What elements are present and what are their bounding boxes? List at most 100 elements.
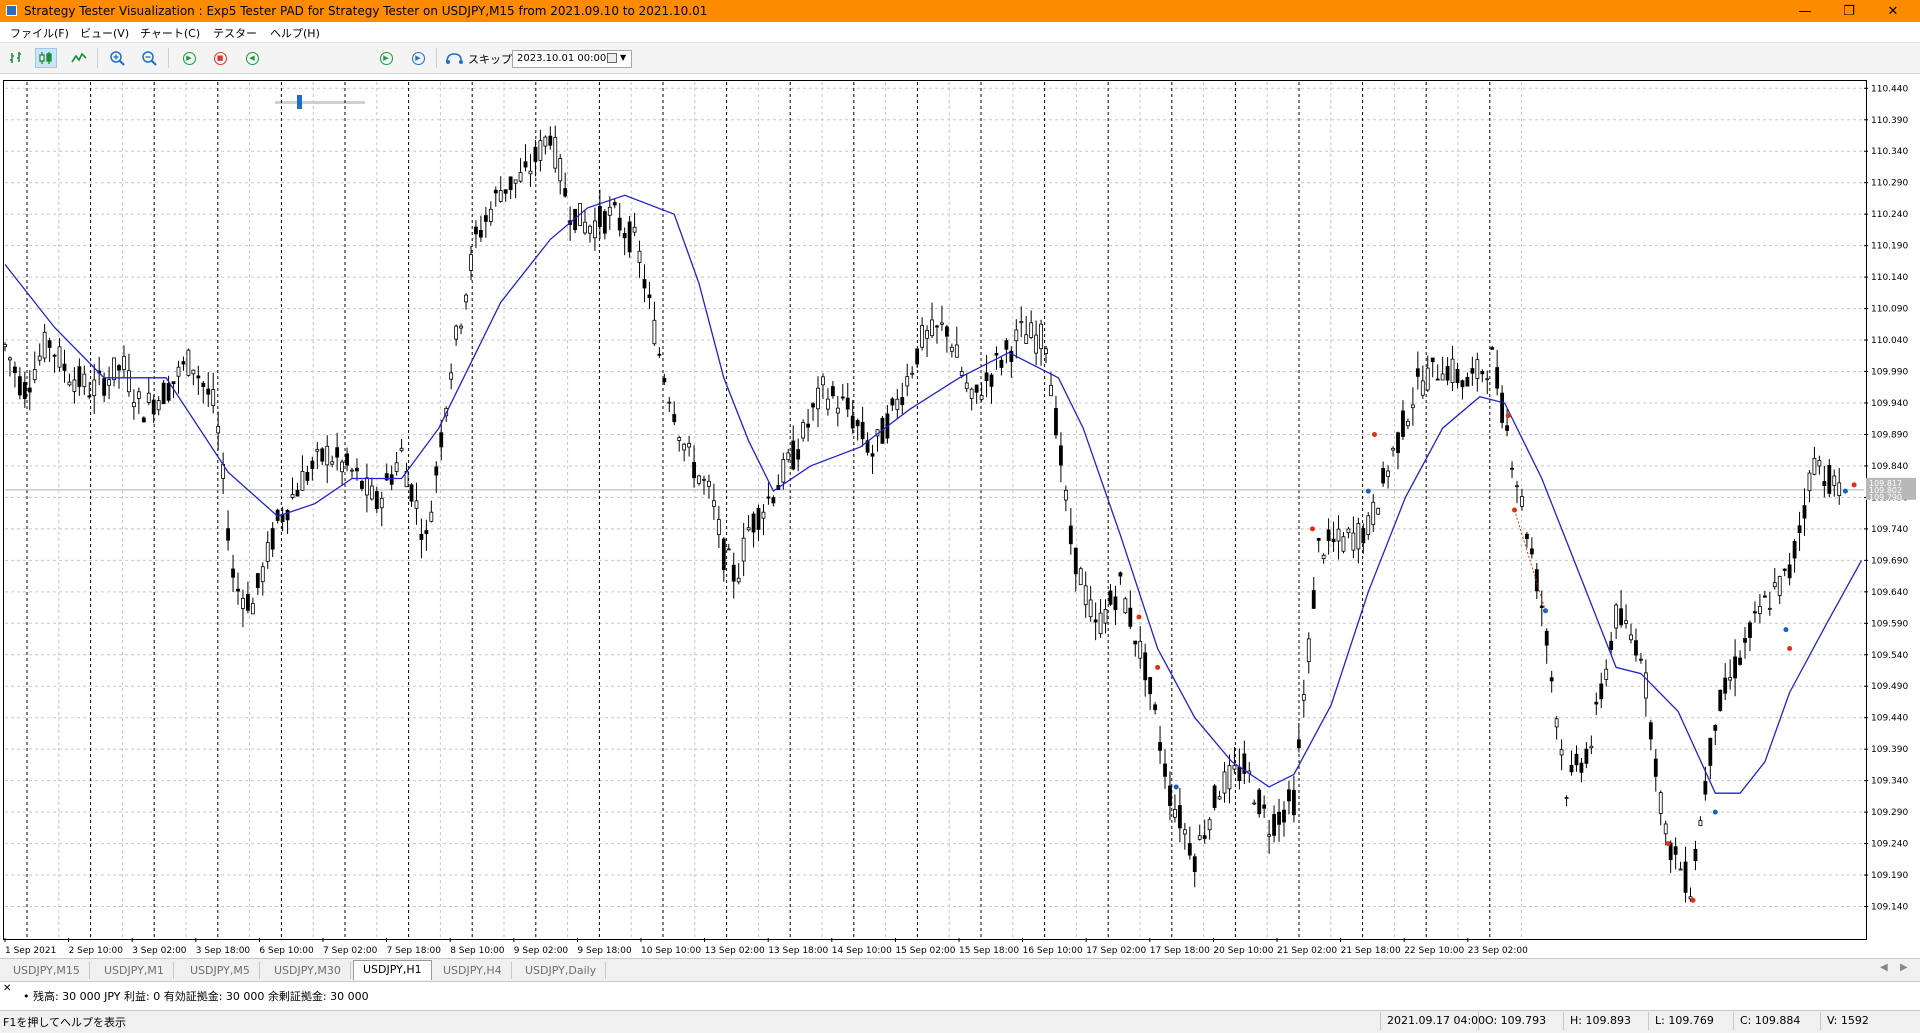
candle-body	[1500, 392, 1505, 423]
candle-body	[1093, 619, 1098, 623]
candle-body	[325, 445, 330, 466]
candle-body	[944, 326, 949, 337]
candle-body	[92, 379, 97, 397]
candle-body	[1133, 640, 1138, 645]
candle-body	[1505, 425, 1509, 431]
candle-body	[1520, 496, 1524, 507]
candle-body	[270, 528, 275, 550]
price-chart[interactable]: 110.440 110.390 110.340 110.290 110.240 110.1…	[0, 0, 1920, 960]
price-label: 109.240	[1871, 840, 1908, 850]
candle-body	[1465, 377, 1470, 387]
candle-body	[1401, 410, 1405, 437]
candle-body	[1460, 380, 1465, 388]
candle-body	[102, 378, 107, 396]
time-label: 2 Sep 10:00	[69, 946, 124, 956]
candle-body	[13, 366, 17, 374]
tab-usdjpy-m15[interactable]: USDJPY,M15	[4, 962, 90, 979]
time-label: 14 Sep 10:00	[832, 946, 892, 956]
candle-body	[811, 403, 815, 408]
scroll-left-icon[interactable]: ◀	[1880, 962, 1888, 973]
candle-body	[781, 459, 786, 483]
candle-body	[1118, 572, 1123, 577]
candle-body	[1510, 467, 1514, 470]
tab-usdjpy-m1[interactable]: USDJPY,M1	[95, 962, 174, 979]
scroll-right-icon[interactable]: ▶	[1900, 962, 1908, 973]
candle-body	[498, 190, 503, 202]
status-bar	[0, 1010, 1920, 1033]
tab-usdjpy-m30[interactable]: USDJPY,M30	[265, 962, 351, 979]
candle-body	[315, 448, 320, 452]
candle-body	[1306, 638, 1311, 662]
candle-body	[429, 511, 434, 522]
candle-body	[563, 188, 568, 197]
candle-body	[1138, 640, 1143, 659]
candle-body	[766, 496, 771, 499]
symbol-tab-bar: USDJPY,M15 USDJPY,M1 USDJPY,M5 USDJPY,M3…	[0, 958, 1920, 981]
candle-body	[731, 564, 736, 582]
buy-marker	[1842, 488, 1848, 494]
candle-body	[1044, 348, 1048, 354]
candle-body	[320, 448, 325, 462]
status-high: H: 109.893	[1570, 1014, 1631, 1027]
candle-body	[1584, 748, 1589, 764]
candle-body	[1767, 607, 1772, 610]
tab-usdjpy-daily[interactable]: USDJPY,Daily	[516, 962, 607, 979]
candle-body	[1425, 367, 1430, 391]
candle-body	[1703, 781, 1708, 795]
candle-body	[791, 440, 796, 470]
candle-body	[107, 379, 112, 386]
candle-body	[1693, 848, 1698, 862]
candle-body	[1267, 834, 1272, 837]
candle-body	[419, 533, 424, 540]
price-label: 110.390	[1871, 116, 1908, 126]
candle-body	[1529, 548, 1534, 555]
candle-body	[1837, 482, 1842, 496]
candle-body	[350, 469, 354, 472]
buy-marker	[1365, 488, 1371, 494]
candle-body	[1301, 694, 1306, 701]
time-label: 8 Sep 10:00	[450, 946, 505, 956]
candle-body	[1713, 725, 1718, 731]
candle-body	[1589, 745, 1594, 749]
candle-body	[895, 398, 900, 411]
tab-usdjpy-m5[interactable]: USDJPY,M5	[181, 962, 260, 979]
candle-body	[533, 146, 538, 162]
candle-body	[1624, 620, 1628, 624]
candle-body	[1564, 797, 1569, 799]
time-label: 3 Sep 02:00	[132, 946, 187, 956]
time-label: 13 Sep 18:00	[768, 946, 828, 956]
candle-body	[826, 398, 830, 410]
candle-body	[1054, 408, 1058, 436]
candle-body	[1391, 447, 1395, 451]
candle-body	[1311, 590, 1316, 609]
candle-body	[1187, 843, 1192, 856]
candle-body	[42, 331, 47, 359]
status-divider	[1563, 1012, 1564, 1030]
candle-body	[1073, 547, 1078, 575]
sell-marker	[1665, 841, 1671, 847]
close-icon[interactable]: ✕	[3, 983, 11, 994]
candle-body	[1787, 564, 1792, 579]
candle-body	[1326, 529, 1331, 541]
candle-body	[994, 353, 999, 356]
time-label: 6 Sep 10:00	[259, 946, 314, 956]
candle-body	[1609, 640, 1614, 650]
tab-usdjpy-h4[interactable]: USDJPY,H4	[434, 962, 512, 979]
candle-body	[1177, 805, 1182, 829]
candle-body	[677, 437, 682, 441]
candle-body	[786, 452, 791, 461]
candle-body	[940, 322, 944, 325]
candle-body	[518, 172, 523, 182]
price-label: 109.140	[1871, 903, 1908, 913]
candle-body	[117, 365, 121, 371]
candle-body	[216, 426, 221, 434]
candle-body	[1197, 835, 1202, 840]
price-label: 110.440	[1871, 84, 1908, 94]
candle-body	[1619, 608, 1623, 626]
candle-body	[1356, 523, 1361, 550]
candle-body	[340, 461, 344, 473]
candle-body	[508, 176, 513, 191]
candle-body	[166, 382, 171, 401]
tab-usdjpy-h1[interactable]: USDJPY,H1	[353, 960, 432, 980]
price-label: 109.690	[1871, 556, 1908, 566]
